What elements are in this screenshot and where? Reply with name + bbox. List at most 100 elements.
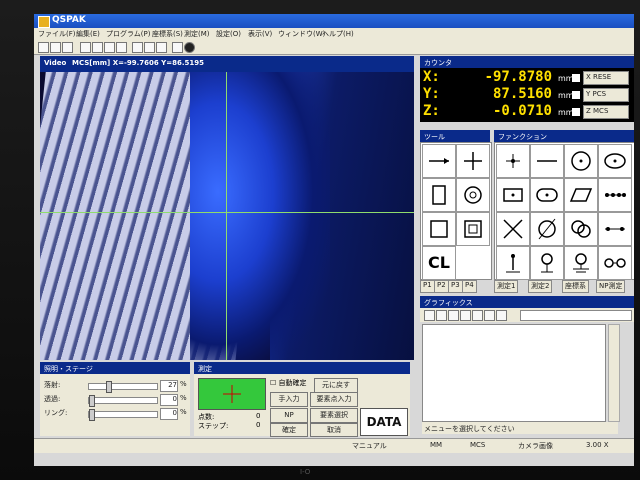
triangle-icon[interactable] [156,42,167,53]
zoom-fit-icon[interactable] [424,310,435,321]
np-button[interactable]: NP [270,408,308,423]
y-pcs-button[interactable]: Y PCS [583,88,629,102]
graphics-title: グラフィックス [420,296,634,308]
zoom-in-icon[interactable] [448,310,459,321]
menu-view[interactable]: 表示(V) [248,29,272,39]
grid-icon[interactable] [104,42,115,53]
confirm-button[interactable]: 確定 [270,423,308,437]
box-tool-icon[interactable] [422,178,456,212]
x-reset-button[interactable]: X RESE [583,71,629,85]
light-slider-thumb[interactable] [89,395,95,407]
toolbar [34,40,634,55]
app-title: QSPAK [52,15,86,25]
menu-program[interactable]: プログラム(P) [106,29,150,39]
line-func-icon[interactable] [530,144,564,178]
menu-measure[interactable]: 測定(M) [184,29,210,39]
double-circle-func-icon[interactable] [564,212,598,246]
tool-panel: CL [420,142,492,280]
tab-measure2[interactable]: 測定2 [528,280,553,293]
graphics-dropdown[interactable] [520,310,632,321]
dots-line-func-icon[interactable] [598,212,632,246]
light-slider-thumb[interactable] [106,381,113,393]
tab-p3[interactable]: P3 [448,280,463,293]
label-icon[interactable] [496,310,507,321]
open-file-icon[interactable] [50,42,61,53]
menu-settings[interactable]: 設定(O) [216,29,241,39]
y-axis-checkbox[interactable] [572,91,580,99]
transmitted-light-slider[interactable] [88,395,158,407]
tab-p2[interactable]: P2 [434,280,449,293]
parallelogram-func-icon[interactable] [564,178,598,212]
tab-coord-system[interactable]: 座標系 [562,280,589,293]
z-axis-checkbox[interactable] [572,108,580,116]
record-icon[interactable] [184,42,195,53]
auto-confirm-checkbox[interactable]: ☐ 自動確定 [270,378,307,388]
circle-tool-icon[interactable] [456,178,490,212]
new-file-icon[interactable] [38,42,49,53]
point-func-icon[interactable] [496,144,530,178]
square-tool-icon[interactable] [422,212,456,246]
title-bar: QSPAK [34,14,634,28]
menu-window[interactable]: ウィンドウ(W) [278,29,325,39]
light-row-ring: リング: 0 % [44,408,188,421]
graphics-toolbar [420,308,634,322]
coaxial-light-value[interactable]: 27 [160,380,178,392]
window-icon[interactable] [116,42,127,53]
cl-tool-icon[interactable]: CL [422,246,456,280]
x-intersect-func-icon[interactable] [496,212,530,246]
ring-light-slider[interactable] [88,409,158,421]
menu-help[interactable]: ヘルプ(H) [322,29,354,39]
cross-tool-icon[interactable] [456,144,490,178]
cross-icon[interactable] [472,310,483,321]
tab-np-measure[interactable]: NP測定 [596,280,626,293]
save-file-icon[interactable] [62,42,73,53]
ring-light-value[interactable]: 0 [160,408,178,420]
data-button[interactable]: DATA [360,408,408,436]
cancel-button[interactable]: 取消 [310,423,358,437]
dots-func-icon[interactable] [598,178,632,212]
settings-icon[interactable] [80,42,91,53]
slot-func-icon[interactable] [530,178,564,212]
x-axis-checkbox[interactable] [572,74,580,82]
tab-measure1[interactable]: 測定1 [494,280,519,293]
check-icon[interactable] [484,310,495,321]
zoom-out-icon[interactable] [460,310,471,321]
probe-icon[interactable] [172,42,183,53]
y-axis-label: Y: [423,86,440,102]
square2-tool-icon[interactable] [456,212,490,246]
menu-edit[interactable]: 編集(E) [76,29,100,39]
diamond-icon[interactable] [144,42,155,53]
circle-line-func-icon[interactable] [530,212,564,246]
undo-button[interactable]: 元に戻す [314,378,358,393]
point-input-button[interactable]: 要素点入力 [310,392,358,407]
zoom-window-icon[interactable] [436,310,447,321]
y-axis-value: 87.5160 [492,86,552,102]
tab-p4[interactable]: P4 [462,280,477,293]
ellipse-func-icon[interactable] [598,144,632,178]
arrow-tool-icon[interactable] [422,144,456,178]
screen: QSPAK ファイル(F) 編集(E) プログラム(P) 座標系(S) 測定(M… [34,14,634,466]
graphics-canvas[interactable] [422,324,606,422]
z-mcs-button[interactable]: Z MCS [583,105,629,119]
light-slider-thumb[interactable] [89,409,95,421]
pin-circle-func-icon[interactable] [530,246,564,280]
manual-input-button[interactable]: 手入力 [270,392,308,407]
monitor-brand-logo: I-O [300,468,311,476]
list-icon[interactable] [92,42,103,53]
pin-func-icon[interactable] [496,246,530,280]
arrow-icon[interactable] [132,42,143,53]
tab-p1[interactable]: P1 [420,280,435,293]
camera-view[interactable] [40,72,414,360]
circle-func-icon[interactable] [564,144,598,178]
ground-func-icon[interactable] [564,246,598,280]
menu-coord[interactable]: 座標系(S) [152,29,183,39]
graphics-scrollbar[interactable] [608,324,620,422]
light-row-transmitted: 透過: 0 % [44,394,188,407]
element-select-button[interactable]: 要素選択 [310,408,358,423]
rect-func-icon[interactable] [496,178,530,212]
status-bar: マニュアル MM MCS カメラ画像 3.00 X [34,438,634,453]
transmitted-light-value[interactable]: 0 [160,394,178,406]
menu-file[interactable]: ファイル(F) [38,29,76,39]
chain-func-icon[interactable] [598,246,632,280]
coaxial-light-slider[interactable] [88,381,158,393]
